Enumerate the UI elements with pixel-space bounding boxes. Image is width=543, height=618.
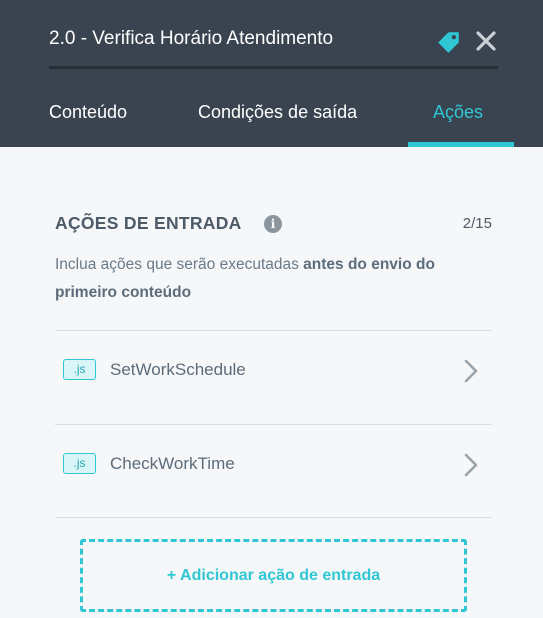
description-text: Inclua ações que serão executadas <box>55 256 304 273</box>
tab-condicoes-saida[interactable]: Condições de saída <box>198 102 357 123</box>
tab-acoes[interactable]: Ações <box>433 102 483 123</box>
close-icon[interactable] <box>474 29 498 53</box>
add-entry-action-button[interactable]: + Adicionar ação de entrada <box>80 539 467 612</box>
active-tab-indicator <box>408 142 514 147</box>
list-item[interactable]: .js CheckWorkTime <box>55 424 492 518</box>
tag-icon[interactable] <box>436 29 462 55</box>
chevron-right-icon <box>464 453 478 477</box>
actions-list: .js SetWorkSchedule .js CheckWorkTime <box>55 330 492 518</box>
section-title: AÇÕES DE ENTRADA <box>55 213 242 233</box>
tab-bar: Conteúdo Condições de saída Ações <box>0 90 543 147</box>
action-label: CheckWorkTime <box>110 454 235 473</box>
info-icon[interactable]: i <box>264 215 282 233</box>
chevron-right-icon <box>464 359 478 383</box>
actions-counter: 2/15 <box>462 215 492 232</box>
title-field-row <box>49 20 498 69</box>
header-panel: Conteúdo Condições de saída Ações <box>0 0 543 147</box>
section-description: Inclua ações que serão executadas antes … <box>55 251 492 307</box>
js-badge-icon: .js <box>63 453 96 474</box>
action-label: SetWorkSchedule <box>110 360 246 379</box>
tab-conteudo[interactable]: Conteúdo <box>49 102 127 123</box>
js-badge-icon: .js <box>63 359 96 380</box>
list-item[interactable]: .js SetWorkSchedule <box>55 330 492 424</box>
block-title-input[interactable] <box>49 28 419 50</box>
